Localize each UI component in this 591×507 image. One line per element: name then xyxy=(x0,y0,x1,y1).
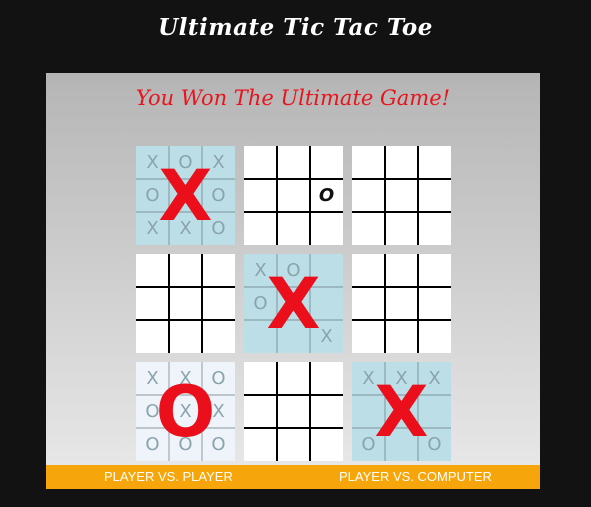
board-cell xyxy=(385,395,418,428)
board-cell[interactable] xyxy=(277,428,310,461)
small-board-bottom-left: XXOOXXOOOO xyxy=(136,362,235,461)
board-cell[interactable] xyxy=(352,287,385,320)
board-cell: X xyxy=(212,400,225,422)
board-cell: O xyxy=(178,433,193,455)
board-cell[interactable] xyxy=(418,320,451,353)
board-cell[interactable] xyxy=(136,320,169,353)
board-cell[interactable] xyxy=(352,179,385,212)
board-cell[interactable] xyxy=(244,146,277,179)
board-cell[interactable] xyxy=(277,179,310,212)
board-cell: X xyxy=(395,367,408,389)
board-cell: O xyxy=(211,367,226,389)
board-cell: X xyxy=(179,367,192,389)
board-cell: X xyxy=(428,367,441,389)
board-cell[interactable] xyxy=(277,395,310,428)
board-cell[interactable] xyxy=(385,212,418,245)
small-board-center: XOOXX xyxy=(244,254,343,353)
game-status-message: You Won The Ultimate Game! xyxy=(135,86,451,110)
board-cell[interactable] xyxy=(352,146,385,179)
board-cell[interactable] xyxy=(310,212,343,245)
board-cell[interactable] xyxy=(418,146,451,179)
board-cell[interactable] xyxy=(385,287,418,320)
board-cell xyxy=(418,395,451,428)
board-cell[interactable] xyxy=(310,428,343,461)
board-cell[interactable] xyxy=(202,254,235,287)
board-cell[interactable] xyxy=(202,287,235,320)
board-cell: O xyxy=(211,433,226,455)
board-cell xyxy=(244,320,277,353)
board-cell[interactable] xyxy=(418,212,451,245)
board-cell[interactable] xyxy=(385,320,418,353)
board-cell xyxy=(169,179,202,212)
board-cell: X xyxy=(362,367,375,389)
board-cell[interactable] xyxy=(385,146,418,179)
board-cell[interactable] xyxy=(169,254,202,287)
board-cell[interactable] xyxy=(244,395,277,428)
board-cell[interactable] xyxy=(244,212,277,245)
board-cell[interactable] xyxy=(244,428,277,461)
small-board-bottom-center[interactable] xyxy=(244,362,343,461)
small-board-top-center[interactable]: O xyxy=(244,146,343,245)
board-cell[interactable] xyxy=(277,362,310,395)
board-cell[interactable] xyxy=(277,146,310,179)
board-cell: X xyxy=(179,217,192,239)
board-cell: X xyxy=(146,217,159,239)
small-board-top-left: XOXOOXXOX xyxy=(136,146,235,245)
board-cell[interactable] xyxy=(244,179,277,212)
small-board-middle-right[interactable] xyxy=(352,254,451,353)
board-cell: X xyxy=(146,367,159,389)
board-cell: X xyxy=(254,259,267,281)
board-cell[interactable] xyxy=(385,254,418,287)
board-cell[interactable] xyxy=(418,179,451,212)
player-vs-player-button[interactable]: PLAYER VS. PLAYER xyxy=(104,465,233,489)
board-cell: O xyxy=(145,184,160,206)
board-cell: O xyxy=(286,259,301,281)
board-cell: O xyxy=(178,151,193,173)
board-cell: O xyxy=(361,433,376,455)
board-cell: X xyxy=(146,151,159,173)
board-cell[interactable] xyxy=(352,254,385,287)
player-vs-computer-button[interactable]: PLAYER VS. COMPUTER xyxy=(339,465,492,489)
board-cell xyxy=(277,320,310,353)
mode-bar: PLAYER VS. PLAYER PLAYER VS. COMPUTER xyxy=(46,465,540,489)
board-cell[interactable] xyxy=(418,254,451,287)
board-cell[interactable] xyxy=(244,362,277,395)
board-cell: X xyxy=(320,325,333,347)
board-cell: X xyxy=(212,151,225,173)
small-board-bottom-right: XXXOOX xyxy=(352,362,451,461)
board-cell xyxy=(310,287,343,320)
board-cell[interactable] xyxy=(136,287,169,320)
board-cell xyxy=(277,287,310,320)
board-cell: X xyxy=(179,400,192,422)
board-cell[interactable] xyxy=(310,362,343,395)
small-board-top-right[interactable] xyxy=(352,146,451,245)
board-cell[interactable] xyxy=(310,395,343,428)
board-cell: O xyxy=(427,433,442,455)
board-cell xyxy=(352,395,385,428)
board-cell[interactable] xyxy=(277,212,310,245)
board-cell: O xyxy=(211,184,226,206)
board-cell[interactable] xyxy=(169,287,202,320)
board-cell[interactable] xyxy=(136,254,169,287)
board-cell: O xyxy=(318,184,335,206)
small-board-middle-left[interactable] xyxy=(136,254,235,353)
board-cell[interactable] xyxy=(310,146,343,179)
board-cell[interactable] xyxy=(169,320,202,353)
board-cell xyxy=(385,428,418,461)
board-cell xyxy=(310,254,343,287)
board-cell[interactable] xyxy=(418,287,451,320)
board-cell[interactable] xyxy=(352,212,385,245)
board-cell: O xyxy=(253,292,268,314)
board-cell[interactable] xyxy=(385,179,418,212)
board-cell: O xyxy=(211,217,226,239)
board-cell[interactable] xyxy=(352,320,385,353)
board-cell: O xyxy=(145,400,160,422)
game-title: Ultimate Tic Tac Toe xyxy=(158,14,433,41)
board-cell: O xyxy=(145,433,160,455)
board-cell[interactable] xyxy=(202,320,235,353)
